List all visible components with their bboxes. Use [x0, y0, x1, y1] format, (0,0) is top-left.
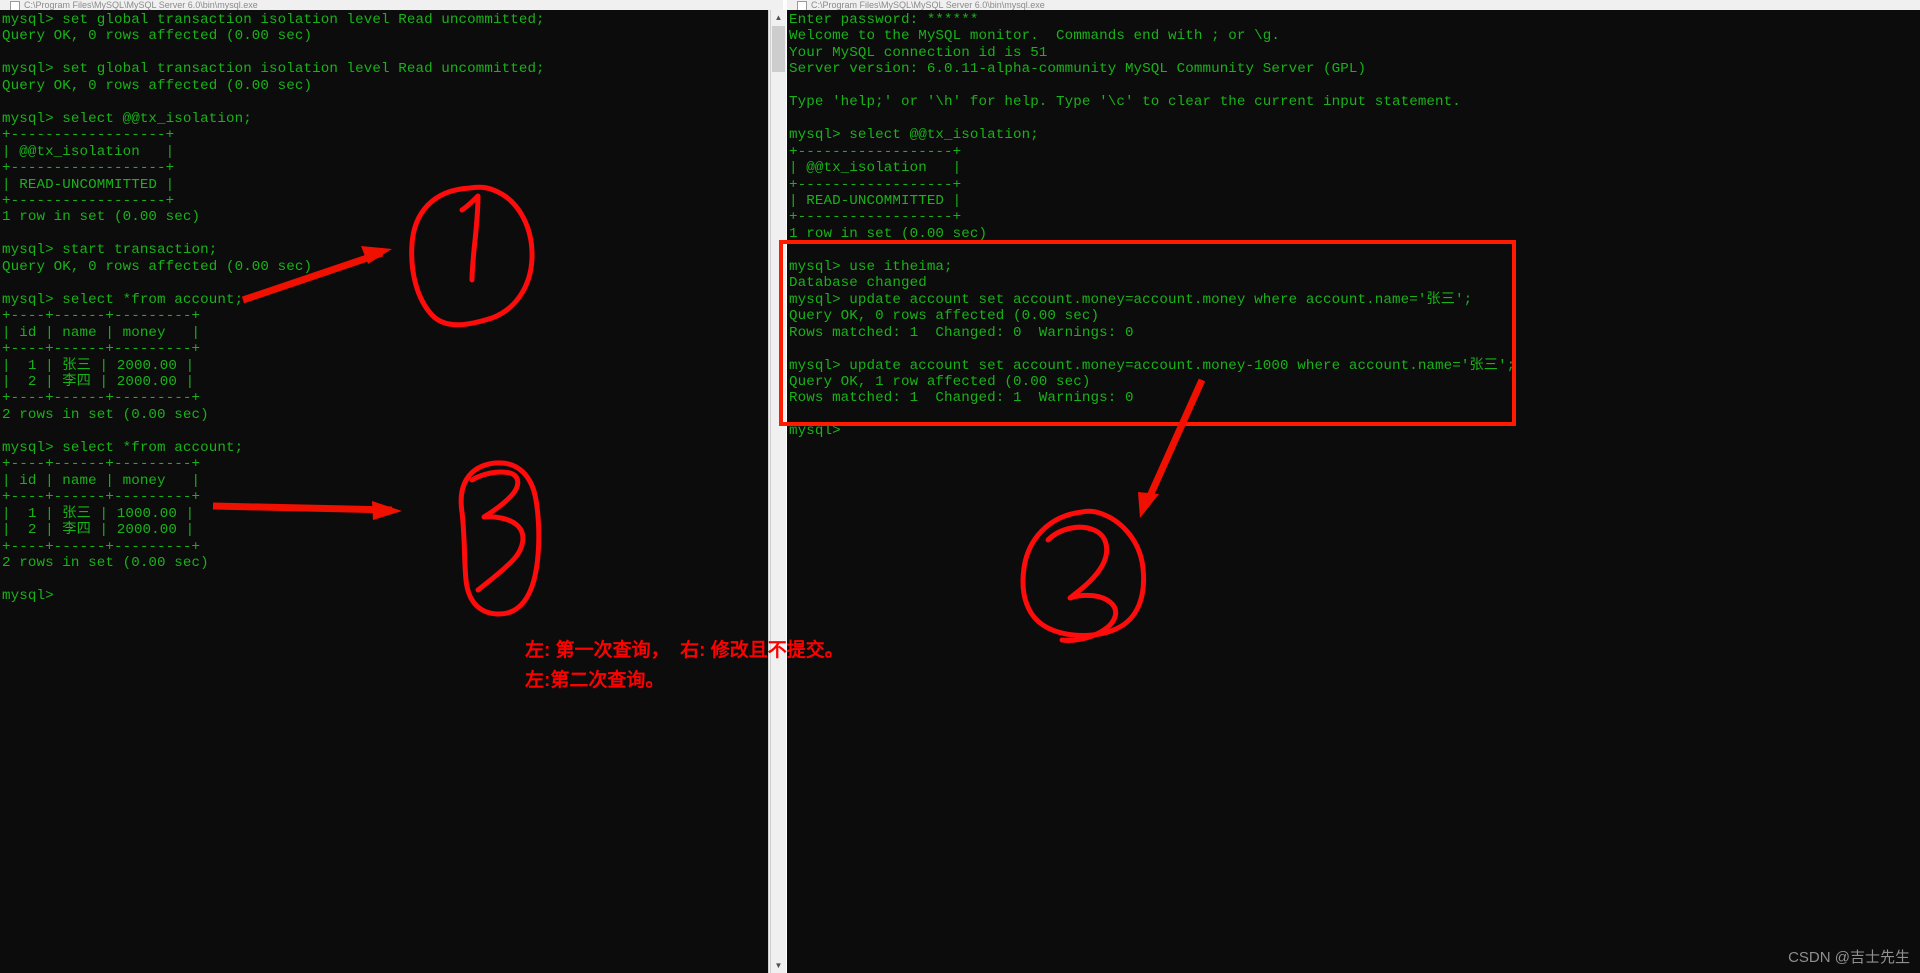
screenshot-root: C:\Program Files\MySQL\MySQL Server 6.0\… [0, 0, 1920, 973]
right-window-title: C:\Program Files\MySQL\MySQL Server 6.0\… [811, 0, 1045, 10]
left-window-title: C:\Program Files\MySQL\MySQL Server 6.0\… [24, 0, 258, 10]
right-scrollbar-track[interactable]: ▲ ▼ [770, 10, 786, 973]
watermark: CSDN @吉士先生 [1788, 949, 1910, 966]
annotation-note-line-2: 左:第二次查询。 [525, 670, 665, 691]
right-scroll-down-arrow[interactable]: ▼ [771, 958, 786, 973]
left-terminal-text: mysql> set global transaction isolation … [2, 12, 545, 604]
right-terminal-text: Enter password: ****** Welcome to the My… [789, 12, 1516, 440]
right-terminal[interactable]: Enter password: ****** Welcome to the My… [787, 10, 1920, 973]
right-scroll-up-arrow[interactable]: ▲ [771, 10, 786, 25]
annotation-note-line-1: 左: 第一次查询， 右: 修改且不提交。 [525, 640, 844, 661]
left-terminal[interactable]: mysql> set global transaction isolation … [0, 10, 768, 973]
right-scrollbar-thumb[interactable] [772, 26, 785, 72]
